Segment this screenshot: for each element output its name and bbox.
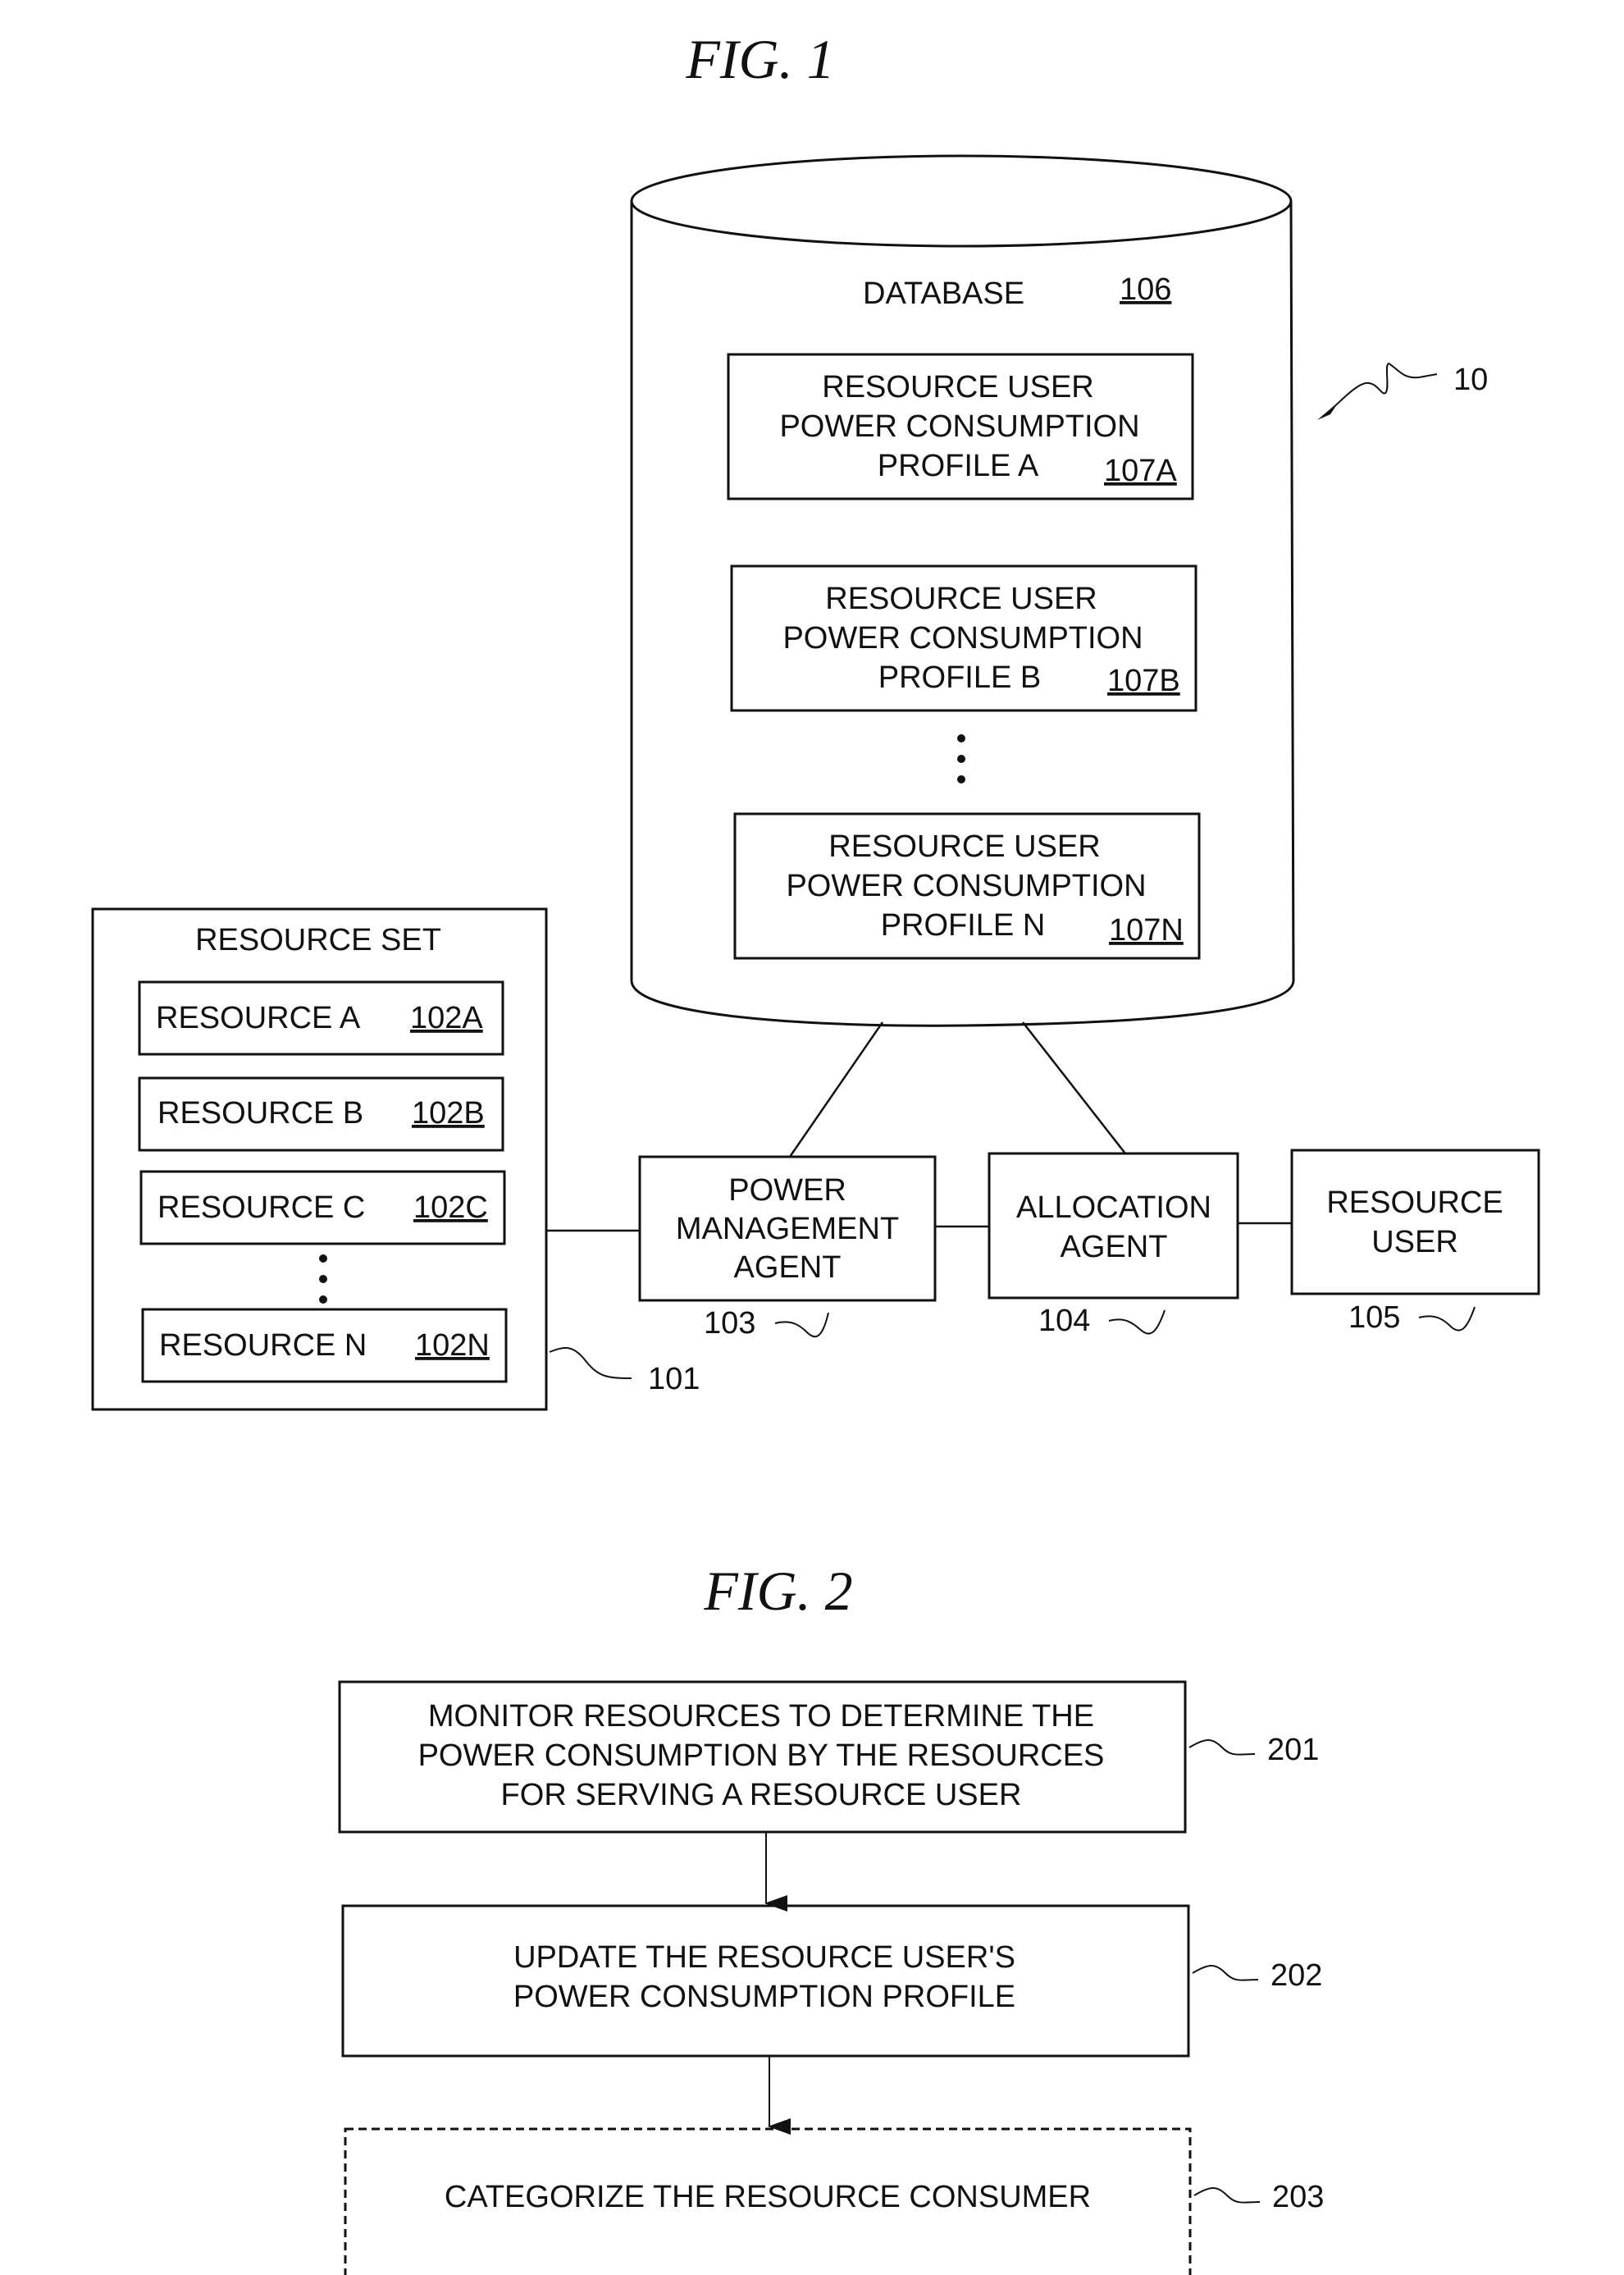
leader-squiggle-icon xyxy=(1192,1965,1259,1981)
connector-line xyxy=(788,1021,884,1158)
leader-squiggle-icon xyxy=(774,1312,829,1338)
svg-text:RESOURCE: RESOURCE xyxy=(1326,1185,1503,1220)
fig1-title: FIG. 1 xyxy=(685,28,834,90)
flow-step-201: MONITOR RESOURCES TO DETERMINE THE POWER… xyxy=(338,1680,1187,1834)
resource-ref: 102N xyxy=(415,1328,490,1363)
profile-box-a: RESOURCE USER POWER CONSUMPTION PROFILE … xyxy=(727,353,1194,500)
resource-user-ref: 105 xyxy=(1348,1300,1400,1335)
resource-box-a: RESOURCE A 102A xyxy=(138,980,504,1056)
resource-box-c: RESOURCE C 102C xyxy=(139,1170,506,1245)
resource-set-ref: 101 xyxy=(648,1362,700,1396)
system-ref-label: 10 xyxy=(1453,363,1488,397)
step-ref-202: 202 xyxy=(1270,1958,1322,1993)
allocation-agent-ref: 104 xyxy=(1038,1304,1090,1338)
svg-text:AGENT: AGENT xyxy=(734,1250,842,1285)
svg-text:FOR SERVING A RESOURCE USER: FOR SERVING A RESOURCE USER xyxy=(501,1778,1022,1812)
svg-text:AGENT: AGENT xyxy=(1061,1230,1168,1264)
resource-ref: 102B xyxy=(412,1096,485,1131)
profile-box-b: RESOURCE USER POWER CONSUMPTION PROFILE … xyxy=(730,564,1197,712)
svg-text:ALLOCATION: ALLOCATION xyxy=(1016,1190,1211,1225)
power-agent-ref: 103 xyxy=(704,1306,755,1341)
database-label: DATABASE xyxy=(863,276,1024,311)
svg-text:POWER CONSUMPTION: POWER CONSUMPTION xyxy=(782,621,1143,656)
svg-text:USER: USER xyxy=(1371,1225,1458,1259)
svg-text:PROFILE B: PROFILE B xyxy=(878,660,1042,695)
svg-text:RESOURCE USER: RESOURCE USER xyxy=(825,582,1097,616)
resource-box-b: RESOURCE B 102B xyxy=(138,1076,504,1152)
profile-box-n: RESOURCE USER POWER CONSUMPTION PROFILE … xyxy=(733,812,1201,960)
leader-squiggle-icon xyxy=(1321,362,1438,418)
svg-text:PROFILE A: PROFILE A xyxy=(878,449,1039,483)
system-reference: 10 xyxy=(1317,362,1488,420)
svg-text:RESOURCE A: RESOURCE A xyxy=(156,1001,361,1035)
flow-step-203: CATEGORIZE THE RESOURCE CONSUMER xyxy=(344,2127,1192,2275)
leader-squiggle-icon xyxy=(549,1347,632,1379)
svg-text:RESOURCE N: RESOURCE N xyxy=(159,1328,367,1363)
step-ref-201: 201 xyxy=(1267,1733,1319,1767)
resource-box-n: RESOURCE N 102N xyxy=(141,1308,508,1383)
svg-text:MANAGEMENT: MANAGEMENT xyxy=(676,1212,899,1246)
svg-text:CATEGORIZE THE RESOURCE CONSUM: CATEGORIZE THE RESOURCE CONSUMER xyxy=(445,2180,1091,2214)
svg-text:POWER: POWER xyxy=(728,1173,846,1208)
svg-text:RESOURCE B: RESOURCE B xyxy=(157,1096,363,1131)
svg-text:RESOURCE USER: RESOURCE USER xyxy=(828,829,1101,864)
step-ref-203: 203 xyxy=(1272,2180,1324,2214)
resource-ref: 102C xyxy=(413,1190,488,1225)
svg-text:POWER CONSUMPTION: POWER CONSUMPTION xyxy=(786,869,1146,903)
leader-squiggle-icon xyxy=(1418,1306,1476,1332)
power-management-agent: POWER MANAGEMENT AGENT xyxy=(638,1155,937,1302)
svg-text:UPDATE THE RESOURCE USER'S: UPDATE THE RESOURCE USER'S xyxy=(513,1940,1015,1975)
allocation-agent: ALLOCATION AGENT xyxy=(988,1152,1239,1300)
svg-text:POWER CONSUMPTION BY THE RESOU: POWER CONSUMPTION BY THE RESOURCES xyxy=(418,1738,1105,1773)
flow-step-202: UPDATE THE RESOURCE USER'S POWER CONSUMP… xyxy=(341,1904,1190,2058)
resource-set: RESOURCE SET RESOURCE A 102A RESOURCE B … xyxy=(91,907,548,1411)
resource-user: RESOURCE USER xyxy=(1290,1149,1540,1295)
leader-squiggle-icon xyxy=(1188,1739,1256,1756)
profile-ref: 107N xyxy=(1109,913,1184,948)
ellipsis-dots-icon xyxy=(957,734,965,783)
svg-text:PROFILE N: PROFILE N xyxy=(881,908,1046,943)
resource-ref: 102A xyxy=(410,1001,483,1035)
ellipsis-dots-icon xyxy=(319,1254,327,1304)
leader-squiggle-icon xyxy=(1108,1309,1166,1335)
profile-ref: 107A xyxy=(1104,454,1177,488)
connector-line xyxy=(1022,1021,1126,1154)
svg-text:RESOURCE USER: RESOURCE USER xyxy=(822,370,1094,404)
fig2-title: FIG. 2 xyxy=(703,1560,852,1622)
leader-squiggle-icon xyxy=(1193,2187,1261,2204)
database-ref: 106 xyxy=(1120,272,1171,307)
patent-drawing: FIG. 1 10 DATABASE 106 RESOURCE USER POW… xyxy=(91,28,1540,2275)
svg-text:MONITOR RESOURCES TO DETERMINE: MONITOR RESOURCES TO DETERMINE THE xyxy=(428,1699,1094,1734)
svg-text:POWER CONSUMPTION: POWER CONSUMPTION xyxy=(779,409,1139,444)
svg-text:POWER CONSUMPTION PROFILE: POWER CONSUMPTION PROFILE xyxy=(513,1980,1015,2014)
svg-text:RESOURCE C: RESOURCE C xyxy=(157,1190,365,1225)
profile-ref: 107B xyxy=(1107,664,1180,698)
resource-set-label: RESOURCE SET xyxy=(195,923,441,957)
